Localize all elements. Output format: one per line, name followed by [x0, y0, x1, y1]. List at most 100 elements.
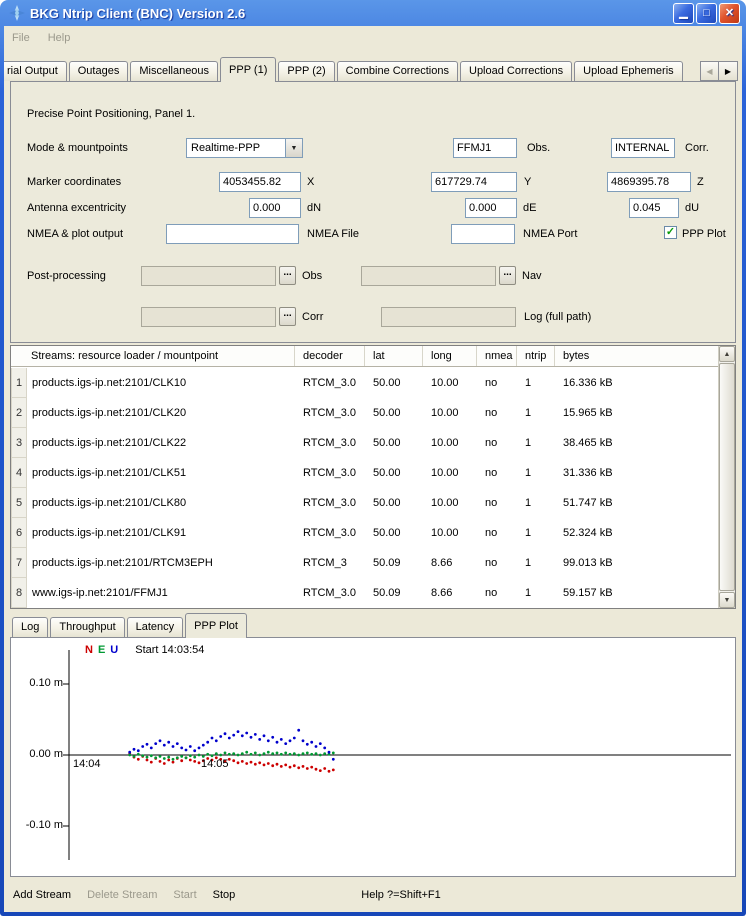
- browse-corr-button[interactable]: ...: [279, 307, 296, 326]
- tab-ppp-2[interactable]: PPP (2): [278, 61, 334, 81]
- tab-upload-ephemeris[interactable]: Upload Ephemeris: [574, 61, 683, 81]
- plot-start-time: Start 14:03:54: [135, 644, 204, 656]
- stream-mountpoint: products.igs-ip.net:2101/CLK10: [27, 368, 295, 398]
- stream-decoder: RTCM_3.0: [295, 458, 365, 488]
- plot-canvas: [11, 638, 733, 870]
- obs-mountpoint-input[interactable]: [453, 138, 517, 158]
- tab-outages[interactable]: Outages: [69, 61, 129, 81]
- tab-throughput[interactable]: Throughput: [50, 617, 124, 637]
- antenna-dn-input[interactable]: [249, 198, 301, 218]
- header-decoder[interactable]: decoder: [295, 346, 365, 366]
- ppp-plot-checkbox[interactable]: ✓: [664, 226, 677, 239]
- chevron-down-icon[interactable]: ▼: [285, 139, 302, 157]
- streams-table: Streams: resource loader / mountpoint de…: [10, 345, 736, 609]
- stream-nmea: no: [477, 458, 517, 488]
- window-client-area: File Help rial Output Outages Miscellane…: [4, 26, 742, 912]
- tab-scroll-left-button[interactable]: ◀: [700, 61, 719, 81]
- browse-obs-button[interactable]: ...: [279, 266, 296, 285]
- nmea-file-input[interactable]: [166, 224, 299, 244]
- stream-nmea: no: [477, 398, 517, 428]
- antenna-du-input[interactable]: [629, 198, 679, 218]
- mode-combobox[interactable]: Realtime-PPP ▼: [186, 138, 303, 158]
- header-ntrip[interactable]: ntrip: [517, 346, 555, 366]
- row-number: 8: [11, 578, 27, 608]
- browse-nav-button[interactable]: ...: [499, 266, 516, 285]
- scroll-up-button[interactable]: ▲: [719, 346, 735, 362]
- table-row[interactable]: 5 products.igs-ip.net:2101/CLK80 RTCM_3.…: [11, 488, 718, 518]
- corr-label: Corr.: [685, 142, 709, 154]
- stream-mountpoint: products.igs-ip.net:2101/CLK80: [27, 488, 295, 518]
- tab-log[interactable]: Log: [12, 617, 48, 637]
- menu-file[interactable]: File: [12, 32, 30, 44]
- marker-y-input[interactable]: [431, 172, 517, 192]
- minimize-button[interactable]: ▁: [673, 3, 694, 24]
- table-row[interactable]: 3 products.igs-ip.net:2101/CLK22 RTCM_3.…: [11, 428, 718, 458]
- tab-serial-output[interactable]: rial Output: [4, 61, 67, 81]
- tab-ppp-plot[interactable]: PPP Plot: [185, 613, 247, 638]
- check-icon: ✓: [666, 227, 675, 238]
- header-bytes[interactable]: bytes: [555, 346, 735, 366]
- tab-miscellaneous[interactable]: Miscellaneous: [130, 61, 218, 81]
- marker-x-input[interactable]: [219, 172, 301, 192]
- app-window: BKG Ntrip Client (BNC) Version 2.6 ▁ □ ✕…: [0, 0, 746, 916]
- stream-ntrip: 1: [517, 578, 555, 608]
- marker-z-input[interactable]: [607, 172, 691, 192]
- add-stream-button[interactable]: Add Stream: [13, 889, 71, 901]
- stream-bytes: 99.013 kB: [555, 548, 718, 578]
- stream-lat: 50.00: [365, 488, 423, 518]
- start-button: Start: [173, 889, 196, 901]
- stream-decoder: RTCM_3.0: [295, 578, 365, 608]
- maximize-button[interactable]: □: [696, 3, 717, 24]
- close-button[interactable]: ✕: [719, 3, 740, 24]
- stream-nmea: no: [477, 548, 517, 578]
- post-log-input: [381, 307, 516, 327]
- tab-latency[interactable]: Latency: [127, 617, 184, 637]
- menu-help[interactable]: Help: [48, 32, 71, 44]
- table-row[interactable]: 2 products.igs-ip.net:2101/CLK20 RTCM_3.…: [11, 398, 718, 428]
- tab-combine-corrections[interactable]: Combine Corrections: [337, 61, 458, 81]
- stream-lat: 50.00: [365, 518, 423, 548]
- stream-ntrip: 1: [517, 398, 555, 428]
- header-mountpoint[interactable]: Streams: resource loader / mountpoint: [27, 346, 295, 366]
- delete-stream-button: Delete Stream: [87, 889, 157, 901]
- row-number: 6: [11, 518, 27, 548]
- table-row[interactable]: 8 www.igs-ip.net:2101/FFMJ1 RTCM_3.0 50.…: [11, 578, 718, 608]
- tab-ppp-1[interactable]: PPP (1): [220, 57, 276, 82]
- table-row[interactable]: 7 products.igs-ip.net:2101/RTCM3EPH RTCM…: [11, 548, 718, 578]
- stop-button[interactable]: Stop: [213, 889, 236, 901]
- stream-lat: 50.00: [365, 458, 423, 488]
- nmea-port-label: NMEA Port: [523, 228, 577, 240]
- table-row[interactable]: 4 products.igs-ip.net:2101/CLK51 RTCM_3.…: [11, 458, 718, 488]
- table-row[interactable]: 1 products.igs-ip.net:2101/CLK10 RTCM_3.…: [11, 368, 718, 398]
- header-lat[interactable]: lat: [365, 346, 423, 366]
- stream-decoder: RTCM_3.0: [295, 488, 365, 518]
- antenna-de-input[interactable]: [465, 198, 517, 218]
- plot-legend-item: E: [98, 644, 105, 656]
- corr-mountpoint-input[interactable]: [611, 138, 675, 158]
- scrollbar-thumb[interactable]: [719, 363, 735, 591]
- post-corr-input: [141, 307, 276, 327]
- streams-table-header: Streams: resource loader / mountpoint de…: [11, 346, 735, 367]
- post-obs-input: [141, 266, 276, 286]
- stream-nmea: no: [477, 368, 517, 398]
- scroll-down-button[interactable]: ▼: [719, 592, 735, 608]
- titlebar[interactable]: BKG Ntrip Client (BNC) Version 2.6 ▁ □ ✕: [4, 0, 742, 26]
- table-scrollbar[interactable]: ▲ ▼: [718, 346, 735, 608]
- stream-lat: 50.00: [365, 368, 423, 398]
- table-row[interactable]: 6 products.igs-ip.net:2101/CLK91 RTCM_3.…: [11, 518, 718, 548]
- help-shortcut-label: Help ?=Shift+F1: [361, 889, 441, 901]
- stream-nmea: no: [477, 428, 517, 458]
- stream-ntrip: 1: [517, 488, 555, 518]
- stream-lat: 50.00: [365, 428, 423, 458]
- nmea-label: NMEA & plot output: [27, 228, 123, 240]
- chevron-left-icon: ◀: [706, 67, 712, 76]
- tab-upload-corrections[interactable]: Upload Corrections: [460, 61, 572, 81]
- tab-scroll-right-button[interactable]: ▶: [719, 61, 738, 81]
- ppp-plot-checkbox-label: PPP Plot: [682, 228, 726, 240]
- header-nmea[interactable]: nmea: [477, 346, 517, 366]
- nmea-port-input[interactable]: [451, 224, 515, 244]
- stream-bytes: 38.465 kB: [555, 428, 718, 458]
- header-long[interactable]: long: [423, 346, 477, 366]
- post-processing-label: Post-processing: [27, 270, 106, 282]
- stream-decoder: RTCM_3: [295, 548, 365, 578]
